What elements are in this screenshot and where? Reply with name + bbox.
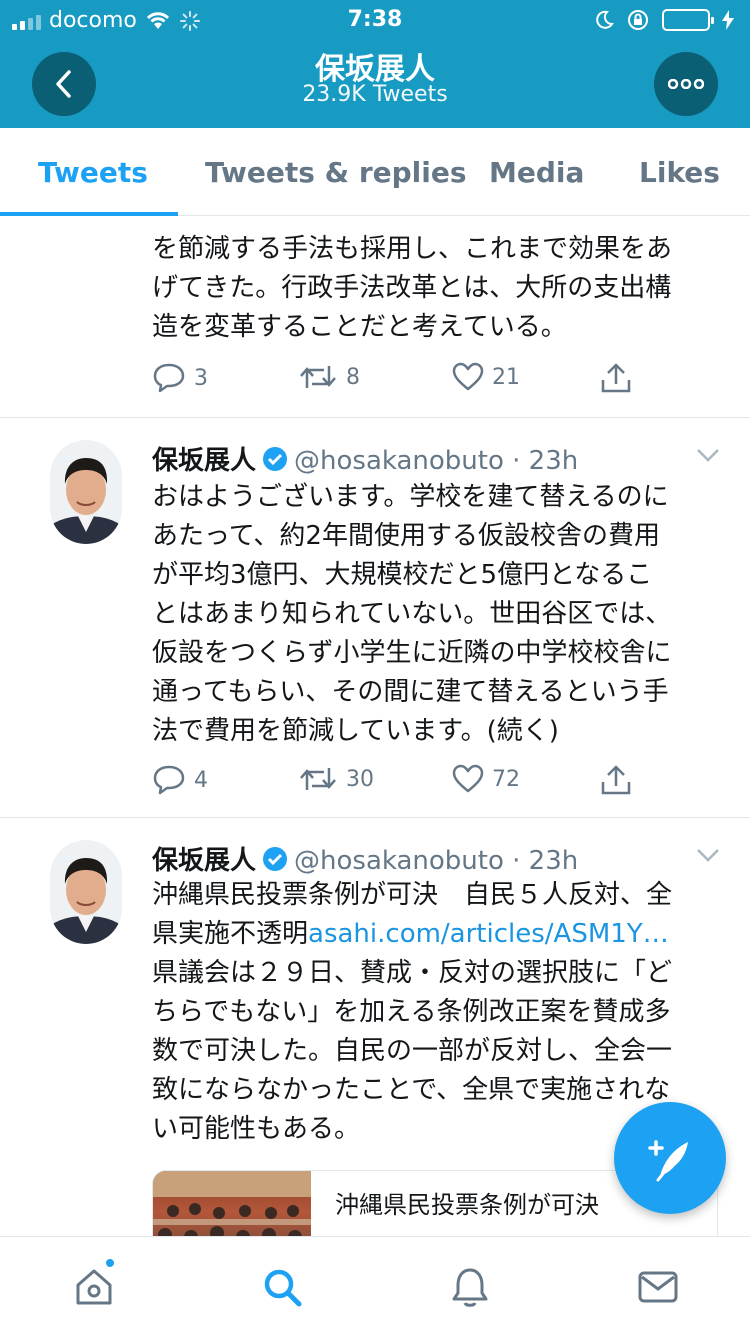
retweet-button[interactable]: 8 xyxy=(298,362,360,392)
tweet-text-segment: 県実施不透明 xyxy=(152,919,309,949)
tweet-text-line: 致にならなかったことで、全県で実施されな xyxy=(152,1075,671,1105)
orientation-lock-icon xyxy=(628,10,648,30)
retweet-count: 8 xyxy=(346,364,360,390)
status-bar: docomo 7:38 xyxy=(0,0,750,40)
like-count: 72 xyxy=(492,766,520,792)
home-icon xyxy=(76,1269,112,1305)
tweet-item[interactable]: を節減する手法も採用し、これまで効果をあ げてきた。行政手法改革とは、大所の支出… xyxy=(0,216,750,418)
tweet-header: 保坂展人 @hosakanobuto · 23h xyxy=(152,840,578,877)
tweet-text-line: 数で可決した。自民の一部が反対し、全会一 xyxy=(152,1036,673,1066)
avatar[interactable] xyxy=(50,440,122,544)
share-button[interactable] xyxy=(600,362,632,394)
mail-icon xyxy=(638,1271,678,1303)
reply-button[interactable]: 3 xyxy=(152,362,208,394)
tweet-header: 保坂展人 @hosakanobuto · 23h xyxy=(152,440,578,477)
notification-dot xyxy=(104,1257,116,1269)
tweet-text-line: を節減する手法も採用し、これまで効果をあ xyxy=(152,234,673,264)
tab-tweets-and-replies[interactable]: Tweets & replies xyxy=(205,156,467,189)
avatar-photo xyxy=(50,840,122,944)
article-link[interactable]: asahi.com/articles/ASM1Y… xyxy=(308,919,669,949)
nav-search[interactable] xyxy=(258,1263,306,1311)
tweet-text-line: おはようございます。学校を建て替えるのに xyxy=(152,482,669,512)
reply-count: 3 xyxy=(194,365,208,391)
more-dots-icon xyxy=(668,79,704,89)
avatar-photo xyxy=(50,440,122,544)
tab-tweets[interactable]: Tweets xyxy=(38,156,148,189)
assembly-photo xyxy=(153,1171,311,1236)
verified-badge-icon xyxy=(263,447,288,471)
compose-tweet-button[interactable] xyxy=(614,1102,726,1214)
reply-button[interactable]: 4 xyxy=(152,764,208,796)
reply-count: 4 xyxy=(194,767,208,793)
heart-icon xyxy=(452,764,484,793)
share-icon xyxy=(601,363,631,393)
bottom-navigation xyxy=(0,1236,750,1334)
author-handle: @hosakanobuto · 23h xyxy=(294,846,579,876)
battery-icon xyxy=(662,9,714,31)
search-icon xyxy=(264,1269,302,1307)
author-name[interactable]: 保坂展人 xyxy=(152,446,256,476)
nav-messages[interactable] xyxy=(634,1263,682,1311)
tweet-text: を節減する手法も採用し、これまで効果をあ げてきた。行政手法改革とは、大所の支出… xyxy=(152,230,722,347)
heart-icon xyxy=(452,362,484,391)
reply-icon xyxy=(153,765,185,795)
tweet-text-line: 沖縄県民投票条例が可決 自民５人反対、全 xyxy=(152,880,673,910)
tweet-text-line: げてきた。行政手法改革とは、大所の支出構 xyxy=(152,273,672,303)
card-thumbnail xyxy=(153,1171,311,1236)
verified-badge-icon xyxy=(263,847,288,871)
like-button[interactable]: 72 xyxy=(452,764,520,794)
more-options-button[interactable] xyxy=(654,52,718,116)
tweet-actions: 4 30 72 xyxy=(152,764,652,804)
tweet-text-line: が平均3億円、大規模校だと5億円となるこ xyxy=(152,560,653,590)
retweet-icon xyxy=(300,768,336,790)
like-count: 21 xyxy=(492,364,520,390)
tweet-text-line: あたって、約2年間使用する仮設校舎の費用 xyxy=(152,521,660,551)
tweet-text-line: 仮設をつくらず小学生に近隣の中学校校舎に xyxy=(152,638,672,668)
nav-notifications[interactable] xyxy=(446,1263,494,1311)
author-name[interactable]: 保坂展人 xyxy=(152,846,256,876)
tweet-text: おはようございます。学校を建て替えるのに あたって、約2年間使用する仮設校舎の費… xyxy=(152,478,722,751)
like-button[interactable]: 21 xyxy=(452,362,520,392)
retweet-count: 30 xyxy=(346,766,374,792)
tweet-text-line: 法で費用を節減しています。(続く) xyxy=(152,716,559,746)
bell-icon xyxy=(452,1268,488,1307)
tweet-text-line: 通ってもらい、その間に建て替えるという手 xyxy=(152,677,669,707)
tweet-actions: 3 8 21 xyxy=(152,362,652,402)
moon-icon xyxy=(596,10,614,29)
share-button[interactable] xyxy=(600,764,632,796)
retweet-button[interactable]: 30 xyxy=(298,764,374,794)
card-title: 沖縄県民投票条例が可決 xyxy=(335,1191,599,1219)
profile-header: docomo 7:38 保坂展人 23.9K Tweets xyxy=(0,0,750,128)
avatar[interactable] xyxy=(50,840,122,944)
chevron-down-icon[interactable] xyxy=(696,448,720,462)
charging-icon xyxy=(722,10,734,30)
share-icon xyxy=(601,765,631,795)
tweet-text-line: 県実施不透明asahi.com/articles/ASM1Y… xyxy=(152,915,722,954)
tab-media[interactable]: Media xyxy=(489,156,584,189)
tweet-text: 沖縄県民投票条例が可決 自民５人反対、全 県実施不透明asahi.com/art… xyxy=(152,876,722,1149)
tweet-feed[interactable]: を節減する手法も採用し、これまで効果をあ げてきた。行政手法改革とは、大所の支出… xyxy=(0,216,750,1236)
tab-likes[interactable]: Likes xyxy=(639,156,720,189)
nav-home[interactable] xyxy=(70,1263,118,1311)
author-handle: @hosakanobuto · 23h xyxy=(294,446,579,476)
tweet-text-line: ちらでもない」を加える条例改正案を賛成多 xyxy=(152,997,671,1027)
compose-feather-icon xyxy=(648,1140,688,1182)
tweet-text-line: 造を変革することだと考えている。 xyxy=(152,312,567,342)
profile-tabs: Tweets Tweets & replies Media Likes xyxy=(0,128,750,216)
tweet-item[interactable]: 保坂展人 @hosakanobuto · 23h おはようございます。学校を建て替… xyxy=(0,418,750,818)
tweet-text-line: とはあまり知られていない。世田谷区では、 xyxy=(152,599,672,629)
tweet-count: 23.9K Tweets xyxy=(302,82,448,107)
retweet-icon xyxy=(300,366,336,388)
tweet-text-line: 県議会は２９日、賛成・反対の選択肢に「ど xyxy=(152,958,673,988)
chevron-down-icon[interactable] xyxy=(696,848,720,862)
reply-icon xyxy=(153,363,185,393)
